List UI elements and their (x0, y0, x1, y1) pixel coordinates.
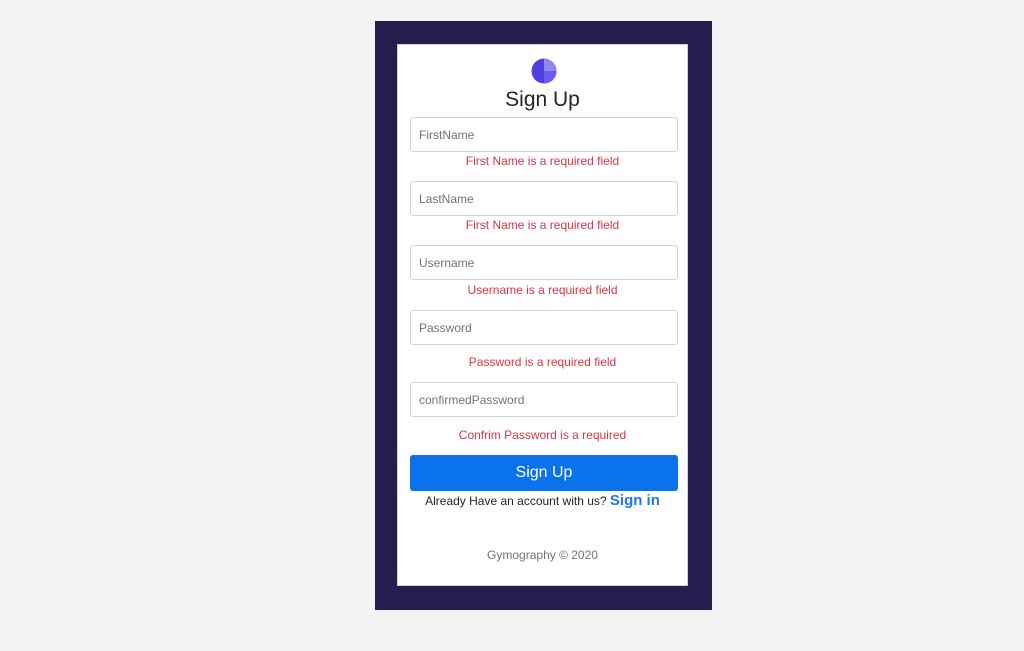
last-name-input[interactable] (410, 181, 678, 216)
confirm-password-error: Confrim Password is a required (458, 428, 627, 442)
last-name-error: First Name is a required field (465, 218, 620, 232)
page-title: Sign Up (505, 88, 580, 111)
sign-up-button[interactable]: Sign Up (410, 455, 678, 491)
pie-chart-logo-icon (531, 58, 557, 84)
username-input[interactable] (410, 245, 678, 280)
password-error: Password is a required field (468, 355, 617, 369)
first-name-input[interactable] (410, 117, 678, 152)
account-prompt-text: Already Have an account with us? (425, 494, 607, 508)
footer-copyright: Gymography © 2020 (487, 548, 598, 562)
password-input[interactable] (410, 310, 678, 345)
first-name-error: First Name is a required field (465, 154, 620, 168)
confirm-password-input[interactable] (410, 382, 678, 417)
username-error: Username is a required field (467, 283, 618, 297)
sign-in-link[interactable]: Sign in (610, 492, 660, 509)
signin-prompt: Already Have an account with us? Sign in (397, 492, 688, 510)
